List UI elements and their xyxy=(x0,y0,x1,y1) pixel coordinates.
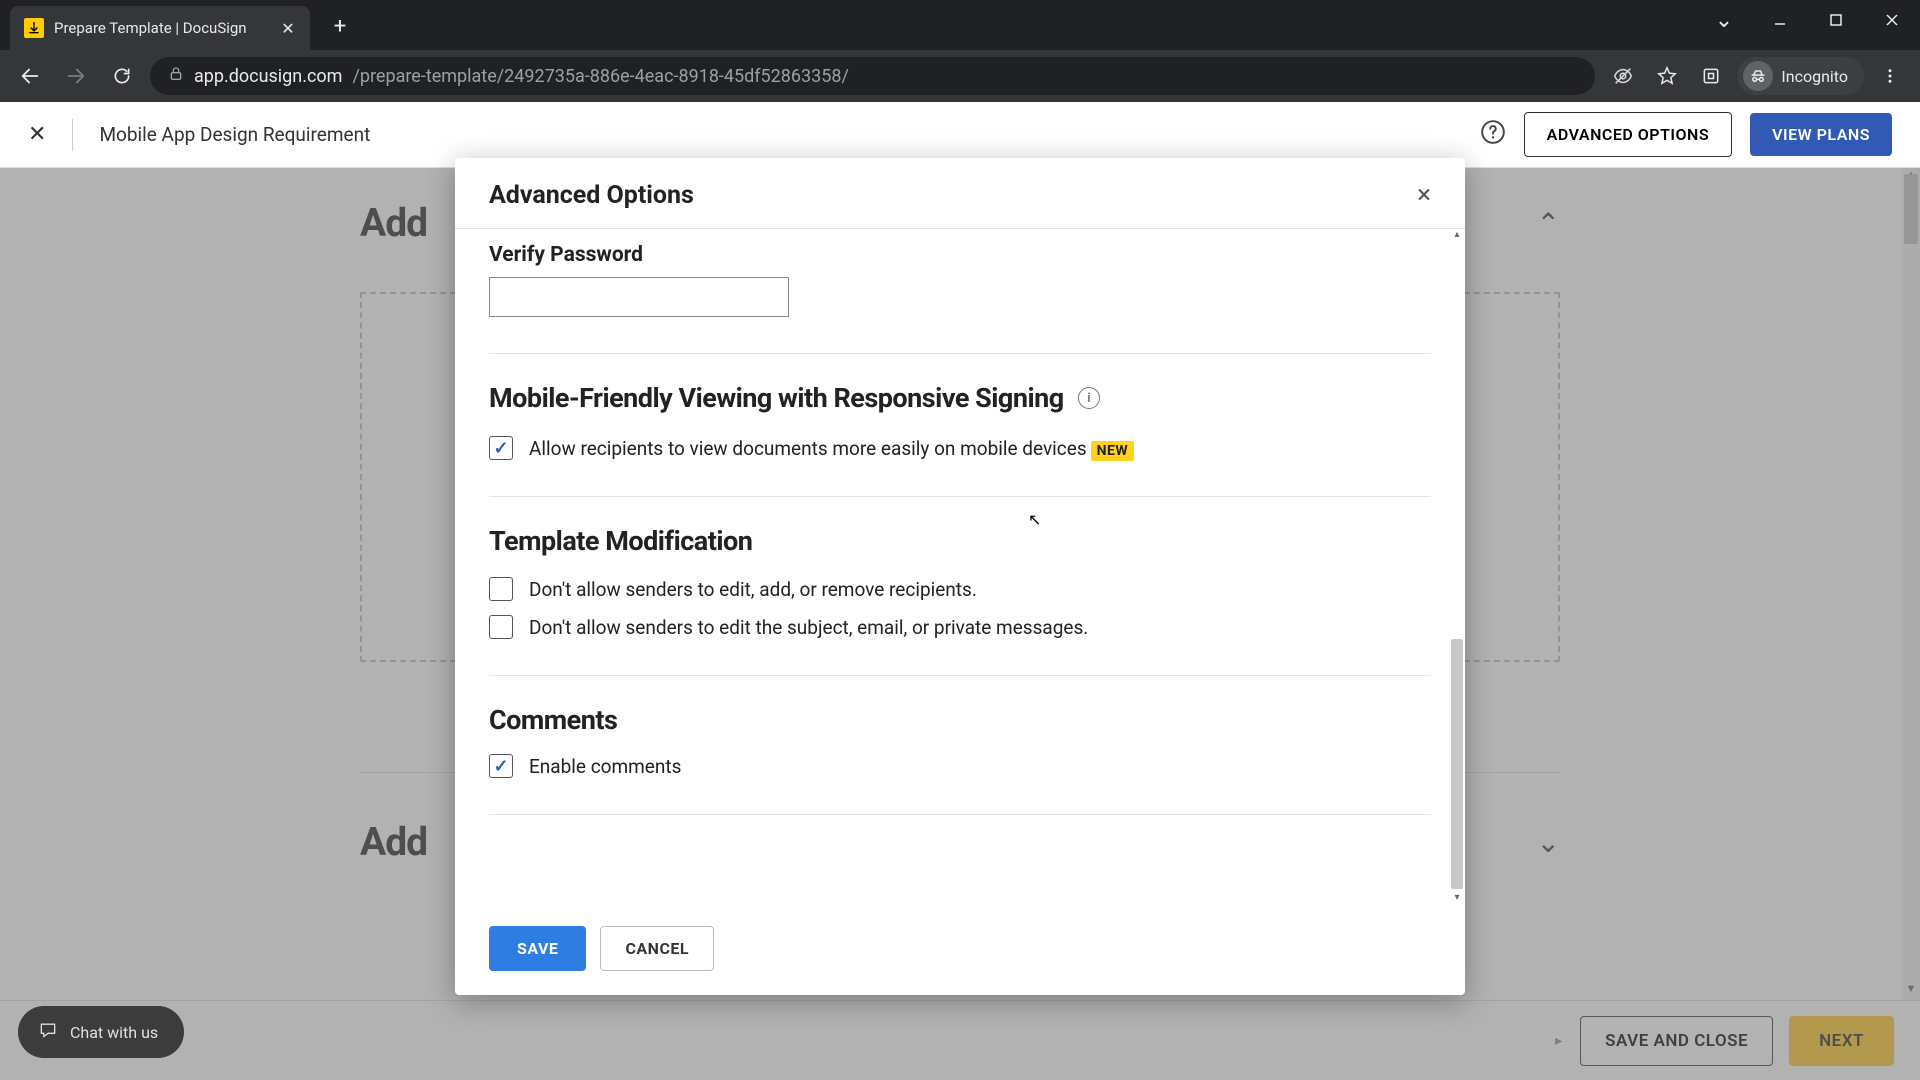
close-template-icon[interactable]: ✕ xyxy=(28,122,46,147)
window-minimize-icon[interactable] xyxy=(1752,0,1808,40)
nav-forward-icon[interactable] xyxy=(58,58,94,94)
new-tab-button[interactable]: + xyxy=(324,10,356,42)
eye-off-icon[interactable] xyxy=(1605,58,1641,94)
info-icon[interactable]: i xyxy=(1078,387,1100,409)
new-badge: NEW xyxy=(1091,441,1135,461)
chat-label: Chat with us xyxy=(70,1023,158,1042)
modal-scroll-thumb[interactable] xyxy=(1451,639,1463,889)
url-path: /prepare-template/2492735a-886e-4eac-891… xyxy=(352,66,848,87)
nav-back-icon[interactable] xyxy=(12,58,48,94)
secure-lock-icon xyxy=(168,66,184,86)
verify-password-input[interactable] xyxy=(489,277,789,317)
modal-scroll-up-icon[interactable]: ▴ xyxy=(1449,229,1465,245)
advanced-options-modal: Advanced Options × Verify Password Mobil… xyxy=(455,158,1465,995)
chat-icon xyxy=(38,1020,58,1044)
cancel-button[interactable]: CANCEL xyxy=(600,926,714,971)
mouse-cursor-icon: ↖ xyxy=(1028,510,1041,529)
comments-heading: Comments xyxy=(489,704,1431,736)
window-maximize-icon[interactable] xyxy=(1808,0,1864,40)
browser-tab[interactable]: Prepare Template | DocuSign ✕ xyxy=(10,6,310,50)
tm-no-edit-recipients-checkbox[interactable] xyxy=(489,577,513,601)
template-modification-heading: Template Modification xyxy=(489,525,1431,557)
browser-urlbar: app.docusign.com/prepare-template/249273… xyxy=(0,50,1920,102)
tabs-dropdown-icon[interactable]: ⌄ xyxy=(1696,0,1752,40)
mobile-friendly-heading: Mobile-Friendly Viewing with Responsive … xyxy=(489,382,1431,414)
window-controls: ⌄ xyxy=(1696,0,1920,40)
nav-reload-icon[interactable] xyxy=(104,58,140,94)
browser-titlebar: Prepare Template | DocuSign ✕ + ⌄ xyxy=(0,0,1920,50)
verify-password-label: Verify Password xyxy=(489,243,1431,267)
modal-scroll-down-icon[interactable]: ▾ xyxy=(1449,892,1465,908)
chat-widget[interactable]: Chat with us xyxy=(18,1006,184,1058)
docusign-favicon-icon xyxy=(24,18,44,38)
view-plans-button[interactable]: VIEW PLANS xyxy=(1750,113,1892,156)
tm-no-edit-messages-checkbox[interactable] xyxy=(489,615,513,639)
mobile-friendly-checkbox-label: Allow recipients to view documents more … xyxy=(529,437,1134,460)
modal-body: Verify Password Mobile-Friendly Viewing … xyxy=(455,228,1465,908)
mobile-friendly-checkbox[interactable] xyxy=(489,436,513,460)
save-button[interactable]: SAVE xyxy=(489,926,586,971)
modal-scrollbar[interactable]: ▴ ▾ xyxy=(1449,229,1465,908)
incognito-indicator[interactable]: Incognito xyxy=(1737,57,1864,95)
bookmark-star-icon[interactable] xyxy=(1649,58,1685,94)
enable-comments-label: Enable comments xyxy=(529,755,681,778)
window-close-icon[interactable] xyxy=(1864,0,1920,40)
incognito-label: Incognito xyxy=(1781,67,1848,86)
modal-title: Advanced Options xyxy=(489,181,694,210)
tm-no-edit-recipients-label: Don't allow senders to edit, add, or rem… xyxy=(529,578,977,601)
mobile-friendly-heading-text: Mobile-Friendly Viewing with Responsive … xyxy=(489,382,1064,414)
separator xyxy=(72,119,73,151)
modal-footer: SAVE CANCEL xyxy=(455,908,1465,995)
tm-no-edit-messages-label: Don't allow senders to edit the subject,… xyxy=(529,616,1088,639)
tab-close-icon[interactable]: ✕ xyxy=(280,20,296,36)
enable-comments-checkbox[interactable] xyxy=(489,754,513,778)
address-bar[interactable]: app.docusign.com/prepare-template/249273… xyxy=(150,57,1595,95)
help-icon[interactable] xyxy=(1480,119,1506,151)
mobile-friendly-label-text: Allow recipients to view documents more … xyxy=(529,437,1087,460)
document-title: Mobile App Design Requirement xyxy=(99,123,370,146)
extensions-icon[interactable] xyxy=(1693,58,1729,94)
url-host: app.docusign.com xyxy=(194,66,342,87)
browser-menu-icon[interactable] xyxy=(1872,58,1908,94)
incognito-icon xyxy=(1743,61,1773,91)
modal-close-icon[interactable]: × xyxy=(1417,180,1431,210)
browser-tab-title: Prepare Template | DocuSign xyxy=(54,19,270,37)
advanced-options-button[interactable]: ADVANCED OPTIONS xyxy=(1524,112,1732,157)
